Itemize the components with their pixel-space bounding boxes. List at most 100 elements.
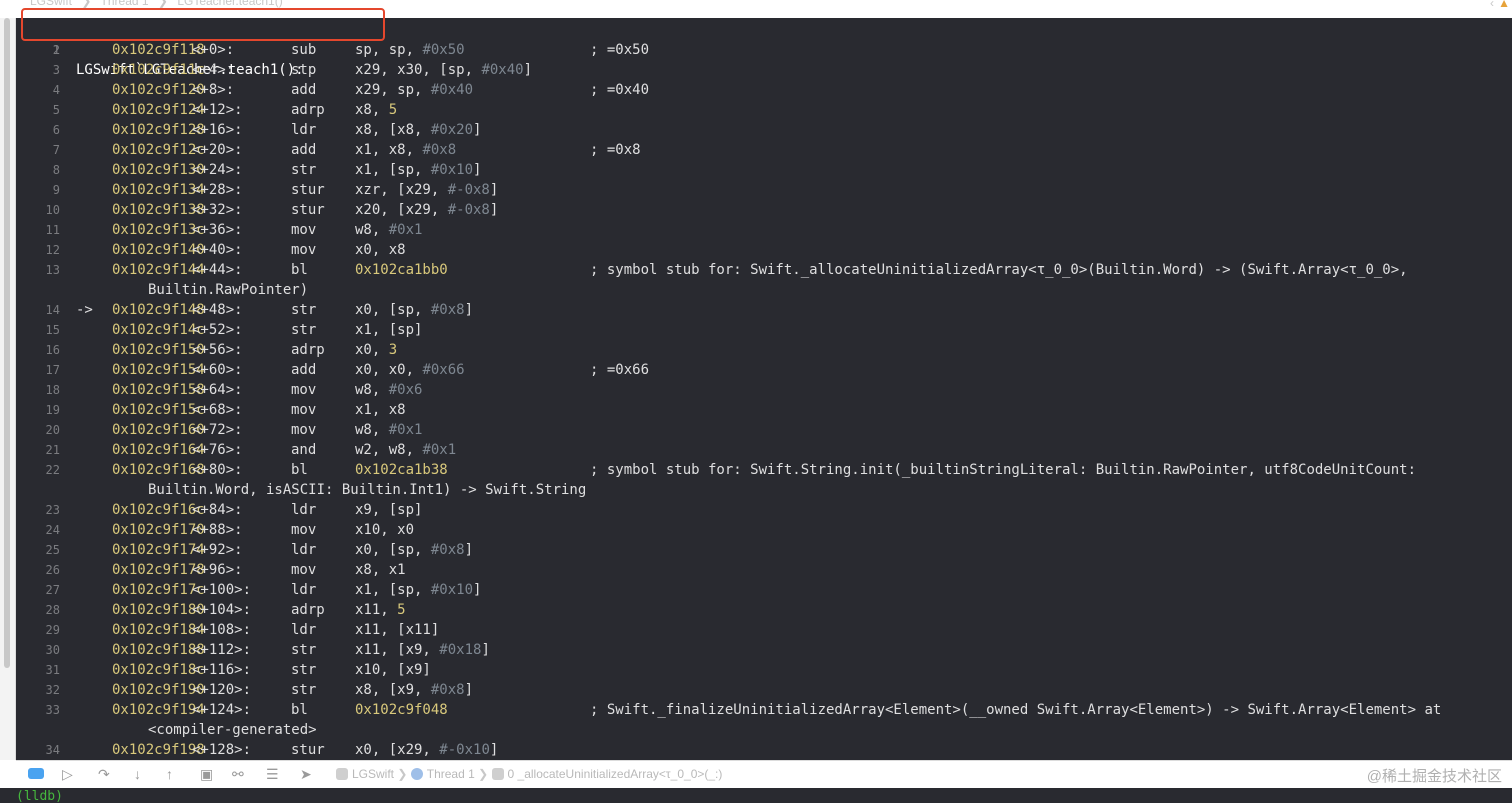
immediate-operand: #0x8 bbox=[430, 682, 465, 698]
disassembly-line[interactable]: 18 0x102c9f158 <+64>: mov w8, #0x6 bbox=[16, 380, 1512, 400]
disassembly-line[interactable]: 3 0x102c9f11c <+4>: stp x29, x30, [sp, #0x40… bbox=[16, 60, 1512, 80]
instruction-address: 0x102c9f168 bbox=[112, 462, 205, 478]
instruction-offset: <+116>: bbox=[192, 662, 252, 678]
instruction-comment: ; symbol stub for: Swift.String.init(_bu… bbox=[590, 462, 1417, 478]
instruction-address: 0x102c9f164 bbox=[112, 442, 205, 458]
disassembly-line[interactable]: 11 0x102c9f13c <+36>: mov w8, #0x1 bbox=[16, 220, 1512, 240]
disassembly-line[interactable]: 17 0x102c9f154 <+60>: add x0, x0, #0x66 ; =0x… bbox=[16, 360, 1512, 380]
disassembly-line[interactable]: 12 0x102c9f140 <+40>: mov x0, x8 bbox=[16, 240, 1512, 260]
disassembly-line[interactable]: 7 0x102c9f12c <+20>: add x1, x8, #0x8 ; =0x8 bbox=[16, 140, 1512, 160]
debug-bar: ▷ ↷ ↓ ↑ ▣ ⚯ ☰ ➤ LGSwift ❯ Thread 1 ❯ 0 _… bbox=[16, 760, 1512, 789]
disassembly-editor[interactable]: 1 LGSwift`LGTeacher.teach1(): 2 0x102c9f1… bbox=[16, 18, 1512, 760]
operand-text: ] bbox=[489, 742, 499, 758]
disassembly-line[interactable]: 13 0x102c9f144 <+44>: bl 0x102ca1bb0 ; symbol… bbox=[16, 260, 1512, 280]
debug-breadcrumb: LGSwift ❯ Thread 1 ❯ 0 _allocateUninitia… bbox=[336, 767, 722, 781]
breadcrumb-separator: ❯ bbox=[81, 0, 92, 8]
instruction-offset: <+124>: bbox=[192, 702, 252, 718]
warning-icon[interactable]: ▲ bbox=[1498, 0, 1510, 10]
line-number: 11 bbox=[45, 223, 60, 237]
disassembly-line[interactable]: 27 0x102c9f17c <+100>: ldr x1, [sp, #0x10] bbox=[16, 580, 1512, 600]
instruction-address: 0x102c9f184 bbox=[112, 622, 205, 638]
instruction-mnemonic: bl bbox=[291, 262, 308, 278]
disassembly-line[interactable]: 34 0x102c9f198 <+128>: stur x0, [x29, #-0x10… bbox=[16, 740, 1512, 760]
disassembly-line[interactable]: 5 0x102c9f124 <+12>: adrp x8, 5 bbox=[16, 100, 1512, 120]
instruction-operands: 0x102ca1b38 bbox=[355, 460, 448, 480]
disassembly-line[interactable]: 9 0x102c9f134 <+28>: stur xzr, [x29, #-0x8] bbox=[16, 180, 1512, 200]
instruction-mnemonic: str bbox=[291, 682, 317, 698]
line-number: 33 bbox=[45, 703, 60, 717]
line-number: 24 bbox=[45, 523, 60, 537]
disassembly-line[interactable]: 10 0x102c9f138 <+32>: stur x20, [x29, #-0x8] bbox=[16, 200, 1512, 220]
instruction-comment: ; =0x8 bbox=[590, 142, 641, 158]
immediate-operand: #0x8 bbox=[430, 302, 465, 318]
instruction-address: 0x102c9f174 bbox=[112, 542, 205, 558]
simulate-location-icon[interactable]: ➤ bbox=[300, 766, 312, 783]
breadcrumb-function[interactable]: LGTeacher.teach1() bbox=[177, 0, 282, 8]
instruction-offset: <+68>: bbox=[192, 402, 243, 418]
step-out-icon[interactable]: ↑ bbox=[166, 766, 173, 782]
memory-graph-icon[interactable]: ⚯ bbox=[232, 766, 244, 783]
instruction-offset: <+36>: bbox=[192, 222, 243, 238]
disassembly-line[interactable]: 30 0x102c9f188 <+112>: str x11, [x9, #0x18] bbox=[16, 640, 1512, 660]
instruction-offset: <+112>: bbox=[192, 642, 252, 658]
disassembly-line[interactable]: 29 0x102c9f184 <+108>: ldr x11, [x11] bbox=[16, 620, 1512, 640]
instruction-address: 0x102c9f128 bbox=[112, 122, 205, 138]
disassembly-line[interactable]: 25 0x102c9f174 <+92>: ldr x0, [sp, #0x8] bbox=[16, 540, 1512, 560]
disassembly-line[interactable]: 33 0x102c9f194 <+124>: bl 0x102c9f048 ; Swift… bbox=[16, 700, 1512, 720]
breadcrumb-thread[interactable]: Thread 1 bbox=[101, 0, 149, 8]
chevron-left-icon[interactable]: ‹ bbox=[1490, 0, 1494, 10]
disassembly-line[interactable]: 23 0x102c9f16c <+84>: ldr x9, [sp] bbox=[16, 500, 1512, 520]
instruction-operands: x10, [x9] bbox=[355, 660, 431, 680]
instruction-mnemonic: str bbox=[291, 642, 317, 658]
breakpoints-toggle-icon[interactable] bbox=[28, 766, 44, 782]
scrollbar-thumb[interactable] bbox=[4, 18, 10, 668]
instruction-address: 0x102c9f17c bbox=[112, 582, 205, 598]
debug-thread[interactable]: Thread 1 bbox=[427, 767, 475, 781]
instruction-offset: <+8>: bbox=[192, 82, 235, 98]
comment-continuation-line: Builtin.RawPointer) bbox=[16, 280, 1512, 300]
debug-project[interactable]: LGSwift bbox=[352, 767, 394, 781]
disassembly-line[interactable]: 16 0x102c9f150 <+56>: adrp x0, 3 bbox=[16, 340, 1512, 360]
step-over-icon[interactable]: ↷ bbox=[98, 766, 110, 783]
disassembly-line[interactable]: 2 0x102c9f118 <+0>: sub sp, sp, #0x50 ; =0x50 bbox=[16, 40, 1512, 60]
instruction-operands: x29, x30, [sp, #0x40] bbox=[355, 60, 532, 80]
operand-text: ] bbox=[473, 122, 482, 138]
disassembly-line[interactable]: 28 0x102c9f180 <+104>: adrp x11, 5 bbox=[16, 600, 1512, 620]
line-number: 22 bbox=[45, 463, 60, 477]
instruction-offset: <+24>: bbox=[192, 162, 243, 178]
instruction-operands: 0x102c9f048 bbox=[355, 700, 448, 720]
disassembly-line[interactable]: 6 0x102c9f128 <+16>: ldr x8, [x8, #0x20] bbox=[16, 120, 1512, 140]
disassembly-line[interactable]: 26 0x102c9f178 <+96>: mov x8, x1 bbox=[16, 560, 1512, 580]
continue-icon[interactable]: ▷ bbox=[62, 766, 73, 783]
disassembly-line[interactable]: 24 0x102c9f170 <+88>: mov x10, x0 bbox=[16, 520, 1512, 540]
instruction-mnemonic: mov bbox=[291, 242, 317, 258]
disassembly-line[interactable]: 4 0x102c9f120 <+8>: add x29, sp, #0x40 ; =0x4… bbox=[16, 80, 1512, 100]
disassembly-line[interactable]: 21 0x102c9f164 <+76>: and w2, w8, #0x1 bbox=[16, 440, 1512, 460]
disassembly-line[interactable]: 31 0x102c9f18c <+116>: str x10, [x9] bbox=[16, 660, 1512, 680]
debug-frame[interactable]: 0 _allocateUninitializedArray<τ_0_0>(_:) bbox=[508, 767, 723, 781]
instruction-comment: ; =0x50 bbox=[590, 42, 650, 58]
operand-text: x1, x8 bbox=[355, 402, 406, 418]
instruction-mnemonic: add bbox=[291, 142, 317, 158]
disassembly-line[interactable]: 32 0x102c9f190 <+120>: str x8, [x9, #0x8] bbox=[16, 680, 1512, 700]
disassembly-line[interactable]: 15 0x102c9f14c <+52>: str x1, [sp] bbox=[16, 320, 1512, 340]
instruction-operands: x0, 3 bbox=[355, 340, 397, 360]
immediate-operand: #0x40 bbox=[481, 62, 524, 78]
step-into-icon[interactable]: ↓ bbox=[134, 766, 141, 782]
disassembly-line[interactable]: 20 0x102c9f160 <+72>: mov w8, #0x1 bbox=[16, 420, 1512, 440]
comment-continuation-line: Builtin.Word, isASCII: Builtin.Int1) -> … bbox=[16, 480, 1512, 500]
disassembly-line[interactable]: 19 0x102c9f15c <+68>: mov x1, x8 bbox=[16, 400, 1512, 420]
breadcrumb-project[interactable]: LGSwift bbox=[30, 0, 72, 8]
debug-view-hierarchy-icon[interactable]: ▣ bbox=[200, 766, 213, 783]
instruction-operands: x0, x8 bbox=[355, 240, 406, 260]
line-number: 27 bbox=[45, 583, 60, 597]
disassembly-line[interactable]: 22 0x102c9f168 <+80>: bl 0x102ca1b38 ; symbol… bbox=[16, 460, 1512, 480]
operand-text: x20, [x29, bbox=[355, 202, 448, 218]
instruction-offset: <+16>: bbox=[192, 122, 243, 138]
disassembly-line[interactable]: 14 -> 0x102c9f148 <+48>: str x0, [sp, #0x8] bbox=[16, 300, 1512, 320]
environment-overrides-icon[interactable]: ☰ bbox=[266, 766, 279, 783]
disassembly-line[interactable]: 8 0x102c9f130 <+24>: str x1, [sp, #0x10] bbox=[16, 160, 1512, 180]
lldb-console[interactable]: (lldb) bbox=[0, 788, 1512, 803]
operand-text: w2, w8, bbox=[355, 442, 423, 458]
instruction-address: 0x102c9f13c bbox=[112, 222, 205, 238]
